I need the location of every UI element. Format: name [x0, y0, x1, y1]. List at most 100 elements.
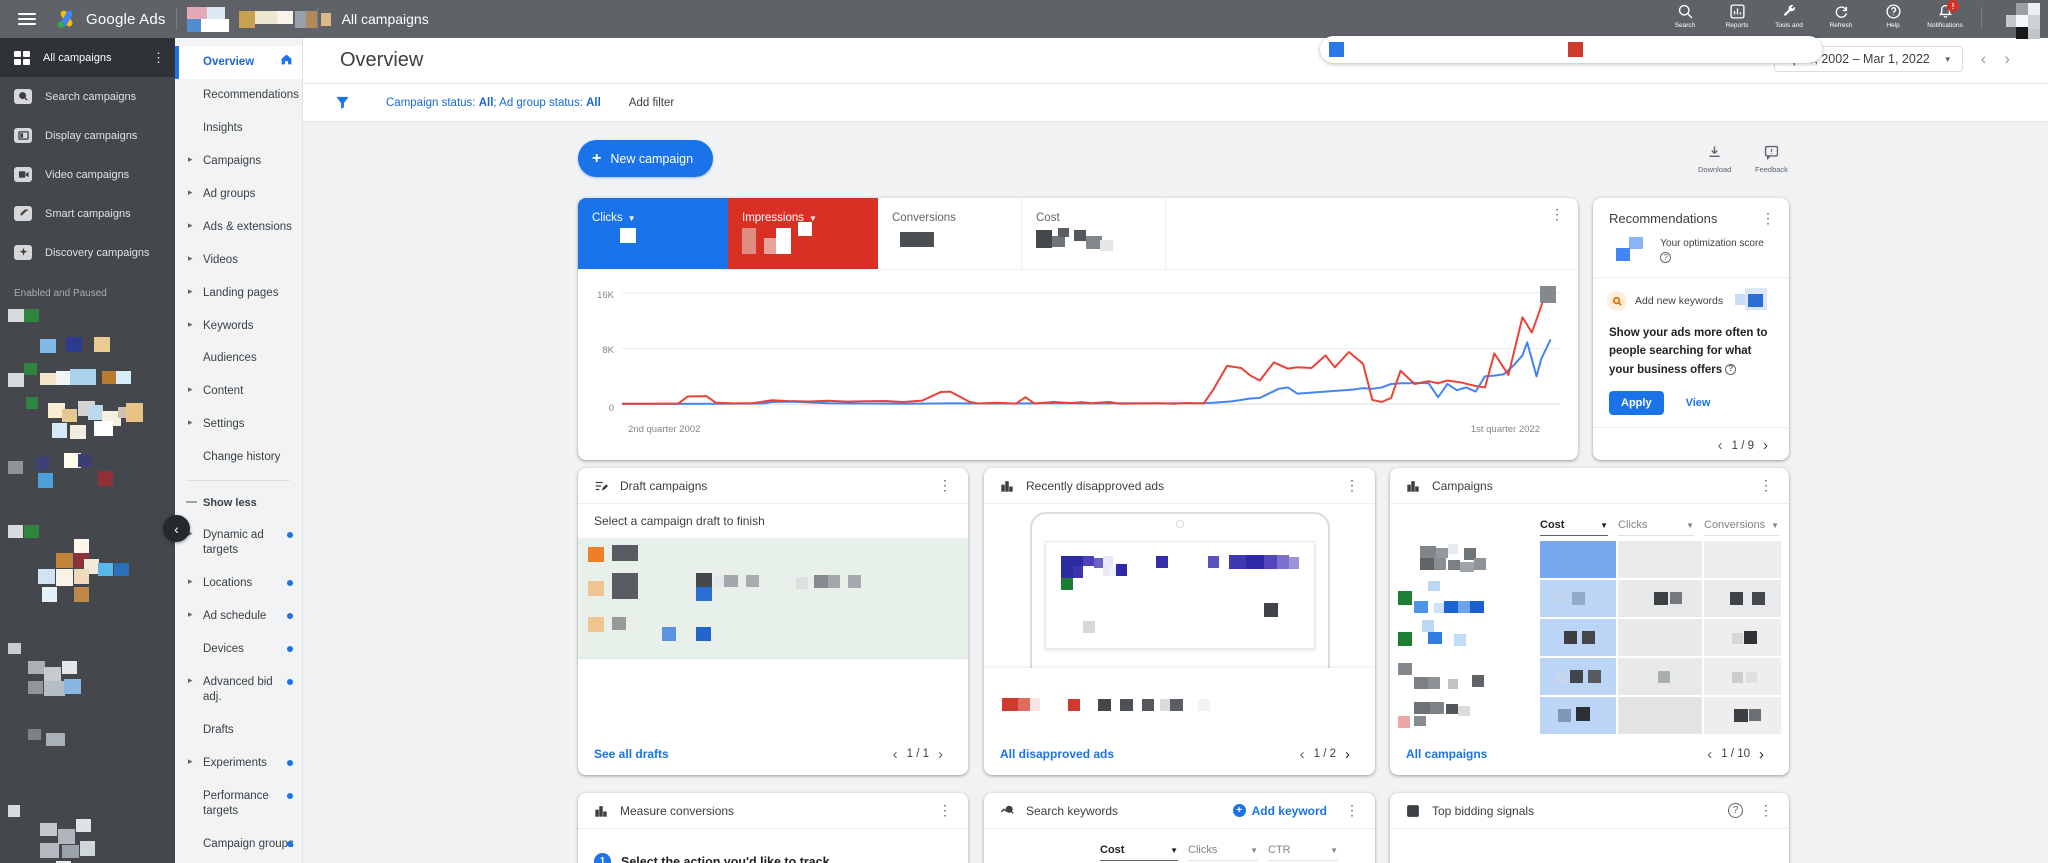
tools-button[interactable]: Tools and — [1763, 3, 1815, 29]
cost-column-dropdown[interactable]: Cost ▼ — [1540, 519, 1608, 536]
redacted-pixel-block — [2028, 3, 2040, 15]
cost-column-dropdown[interactable]: Cost ▼ — [1100, 844, 1178, 861]
measure-card-menu[interactable]: ⋮ — [934, 802, 956, 819]
campaign-row[interactable] — [1390, 579, 1789, 618]
pager-next-icon[interactable]: › — [1754, 437, 1777, 454]
metric-tab-cost[interactable]: Cost — [1022, 198, 1166, 269]
nav-item-advanced-bid-adj-[interactable]: ▸ — Advanced bid adj. — [175, 666, 302, 714]
collapse-nav-button[interactable]: ‹ — [163, 515, 190, 542]
nav-item-show-less[interactable]: ▸ — Show less — [175, 487, 302, 519]
clicks-column-dropdown[interactable]: Clicks ▼ — [1188, 844, 1258, 861]
sidebar-item-search-campaigns[interactable]: Search campaigns — [0, 77, 175, 116]
nav-item-campaigns[interactable]: ▸ — Campaigns — [175, 145, 302, 178]
sidebar-item-discovery-campaigns[interactable]: Discovery campaigns — [0, 233, 175, 272]
sidebar-item-display-campaigns[interactable]: Display campaigns — [0, 116, 175, 155]
all-disapproved-ads-link[interactable]: All disapproved ads — [1000, 747, 1114, 761]
nav-item-overview[interactable]: ▸ — Overview — [175, 46, 302, 79]
nav-item-ad-groups[interactable]: ▸ — Ad groups — [175, 178, 302, 211]
nav-item-locations[interactable]: ▸ — Locations — [175, 567, 302, 600]
campaigns-card-menu[interactable]: ⋮ — [1755, 477, 1777, 494]
recommendation-item[interactable]: Add new keywords — [1593, 278, 1789, 320]
help-button[interactable]: Help — [1867, 3, 1919, 29]
nav-item-devices[interactable]: ▸ — Devices — [175, 633, 302, 666]
account-name-redacted[interactable] — [186, 5, 331, 33]
nav-item-content[interactable]: ▸ — Content — [175, 375, 302, 408]
next-period-button[interactable]: › — [2004, 49, 2010, 69]
campaign-row[interactable] — [1390, 696, 1789, 735]
filter-summary[interactable]: Campaign status: All; Ad group status: A… — [386, 97, 601, 109]
redacted-pixel-block — [186, 7, 207, 19]
help-icon[interactable]: ? — [1725, 364, 1737, 376]
search-button[interactable]: Search — [1659, 3, 1711, 29]
search-campaigns-icon — [14, 89, 32, 104]
campaign-row[interactable] — [1390, 540, 1789, 579]
nav-item-campaign-groups[interactable]: ▸ — Campaign groups — [175, 828, 302, 861]
nav-item-experiments[interactable]: ▸ — Experiments — [175, 747, 302, 780]
refresh-button[interactable]: Refresh — [1815, 3, 1867, 29]
avatar[interactable] — [2006, 3, 2040, 39]
pager-next-icon[interactable]: › — [929, 746, 952, 763]
nav-item-dynamic-ad-targets[interactable]: ▸ — Dynamic ad targets — [175, 519, 302, 567]
nav-item-audiences[interactable]: ▸ — Audiences — [175, 342, 302, 375]
reports-button[interactable]: Reports — [1711, 3, 1763, 29]
metric-tab-clicks[interactable]: Clicks ▼ — [578, 198, 728, 269]
pager-prev-icon[interactable]: ‹ — [884, 746, 907, 763]
nav-item-drafts[interactable]: ▸ — Drafts — [175, 714, 302, 747]
notifications-button[interactable]: ! Notifications — [1919, 0, 1971, 29]
redacted-pixel-block — [8, 373, 24, 387]
nav-item-insights[interactable]: ▸ — Insights — [175, 112, 302, 145]
redacted-pixel-block — [98, 471, 113, 486]
ctr-column-dropdown[interactable]: CTR ▼ — [1268, 844, 1338, 861]
conversions-column-dropdown[interactable]: Conversions ▼ — [1704, 519, 1779, 536]
draft-list-redacted[interactable] — [578, 539, 968, 659]
bidding-card-menu[interactable]: ⋮ — [1755, 802, 1777, 819]
clicks-column-dropdown[interactable]: Clicks ▼ — [1618, 519, 1694, 536]
performance-chart-card: Clicks▼ Impressions▼ Conversions Cost — [578, 198, 1578, 460]
all-campaigns-link[interactable]: All campaigns — [1406, 747, 1487, 761]
nav-item-ad-schedule[interactable]: ▸ — Ad schedule — [175, 600, 302, 633]
sidebar-item-smart-campaigns[interactable]: Smart campaigns — [0, 194, 175, 233]
pager-prev-icon[interactable]: ‹ — [1291, 746, 1314, 763]
prev-period-button[interactable]: ‹ — [1981, 49, 1987, 69]
menu-icon[interactable] — [18, 13, 36, 25]
campaign-conv-cell — [1704, 619, 1781, 656]
nav-item-videos[interactable]: ▸ — Videos — [175, 244, 302, 277]
keyword-chart-redacted — [1735, 288, 1779, 314]
help-icon[interactable]: ? — [1660, 251, 1672, 263]
campaign-list-redacted[interactable] — [0, 303, 160, 863]
sidebar-item-all-campaigns[interactable]: All campaigns ⋮ — [0, 38, 175, 77]
sidebar-item-video-campaigns[interactable]: Video campaigns — [0, 155, 175, 194]
nav-item-landing-pages[interactable]: ▸ — Landing pages — [175, 277, 302, 310]
pager-prev-icon[interactable]: ‹ — [1709, 437, 1732, 454]
download-button[interactable]: Download — [1698, 144, 1731, 174]
pager-prev-icon[interactable]: ‹ — [1698, 746, 1721, 763]
metric-tab-impressions[interactable]: Impressions ▼ — [728, 198, 878, 269]
feedback-button[interactable]: Feedback — [1755, 144, 1788, 174]
nav-item-keywords[interactable]: ▸ — Keywords — [175, 310, 302, 343]
view-link[interactable]: View — [1686, 397, 1711, 409]
see-all-drafts-link[interactable]: See all drafts — [594, 747, 669, 761]
help-icon[interactable]: ? — [1728, 803, 1743, 818]
nav-item-ads-extensions[interactable]: ▸ — Ads & extensions — [175, 211, 302, 244]
add-keyword-button[interactable]: + Add keyword — [1232, 804, 1327, 818]
campaign-row[interactable] — [1390, 657, 1789, 696]
campaign-row[interactable] — [1390, 618, 1789, 657]
draft-card-menu[interactable]: ⋮ — [934, 477, 956, 494]
pager-next-icon[interactable]: › — [1336, 746, 1359, 763]
nav-item-change-history[interactable]: ▸ — Change history — [175, 441, 302, 474]
recommendations-menu[interactable]: ⋮ — [1757, 210, 1779, 227]
disapproved-card-menu[interactable]: ⋮ — [1341, 477, 1363, 494]
nav-item-performance-targets[interactable]: ▸ — Performance targets — [175, 780, 302, 828]
metric-tab-conversions[interactable]: Conversions — [878, 198, 1022, 269]
add-filter-button[interactable]: Add filter — [629, 97, 674, 109]
apply-button[interactable]: Apply — [1609, 391, 1664, 416]
kebab-icon[interactable]: ⋮ — [152, 50, 165, 66]
nav-item-settings[interactable]: ▸ — Settings — [175, 408, 302, 441]
keywords-card-menu[interactable]: ⋮ — [1341, 802, 1363, 819]
pager-next-icon[interactable]: › — [1750, 746, 1773, 763]
chart-card-menu[interactable]: ⋮ — [1546, 206, 1568, 223]
new-campaign-button[interactable]: + New campaign — [578, 140, 714, 177]
campaign-clicks-cell — [1618, 658, 1702, 695]
nav-item-recommendations[interactable]: ▸ — Recommendations — [175, 79, 302, 112]
redacted-pixel-block — [588, 581, 604, 596]
